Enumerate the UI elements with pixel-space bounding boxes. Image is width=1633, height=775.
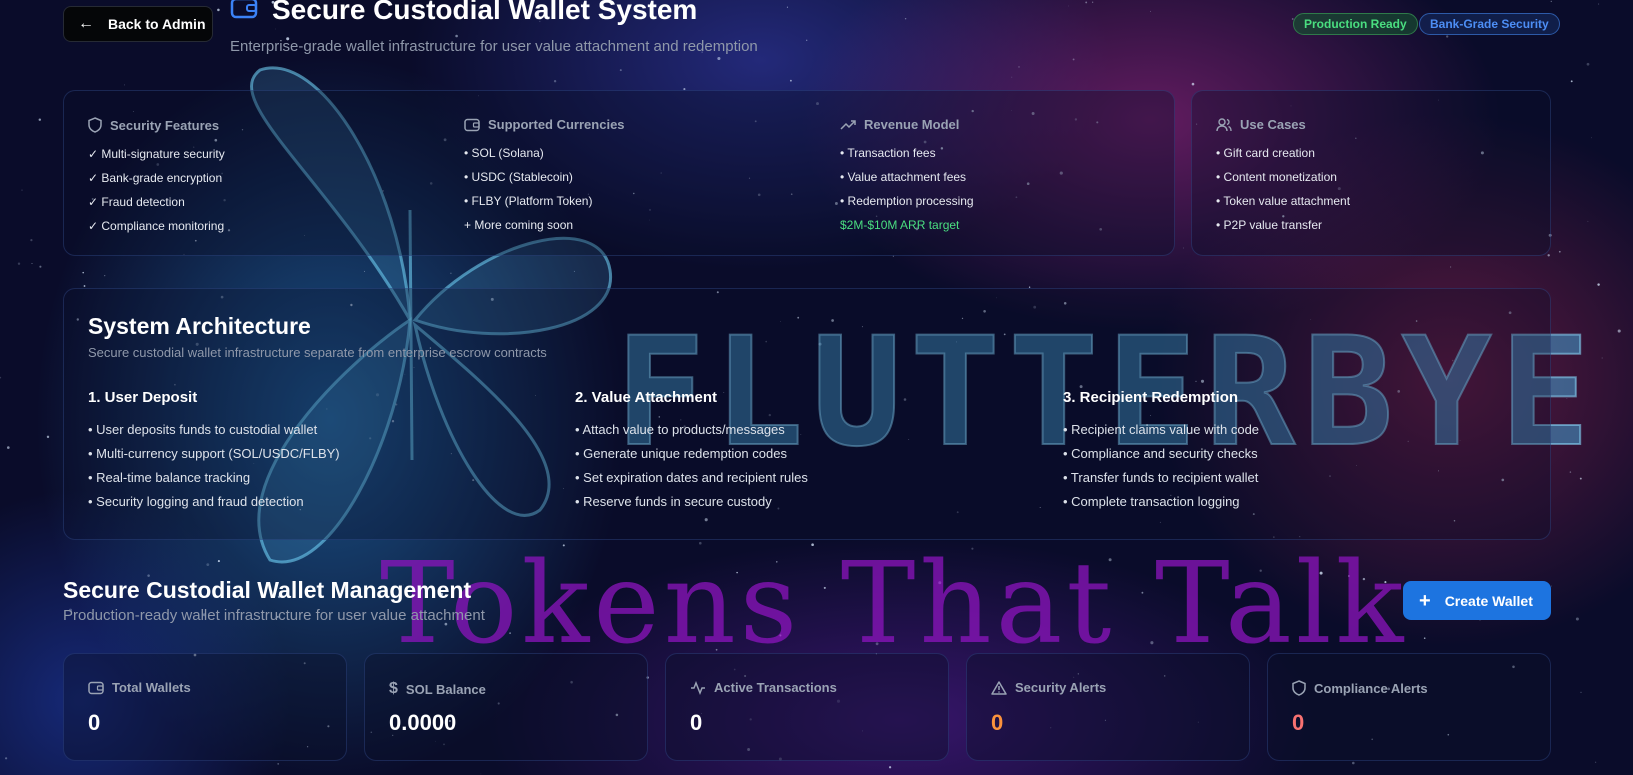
list-item: • Attach value to products/messages [575, 422, 785, 437]
stat-label: Total Wallets [112, 680, 191, 695]
list-item: • FLBY (Platform Token) [464, 194, 593, 208]
arrow-left-icon: ← [78, 15, 94, 32]
list-item: • Value attachment fees [840, 170, 967, 184]
wallet-management-subtitle: Production-ready wallet infrastructure f… [63, 607, 485, 624]
use-cases-title: Use Cases [1240, 117, 1306, 132]
use-cases-panel: Use Cases • Gift card creation • Content… [1191, 90, 1551, 256]
list-item: • Real-time balance tracking [88, 470, 251, 485]
features-panel: Security Features ✓ Multi-signature secu… [63, 90, 1175, 256]
list-item: ✓ Bank-grade encryption [88, 171, 223, 185]
wallet-icon [88, 681, 104, 695]
user-deposit-step: 1. User Deposit • User deposits funds to… [88, 389, 340, 514]
supported-currencies-column: Supported Currencies • SOL (Solana) • US… [464, 117, 625, 237]
wallet-icon [230, 0, 258, 20]
wallet-management-title: Secure Custodial Wallet Management [63, 577, 472, 603]
list-item: + More coming soon [464, 218, 574, 232]
list-item: ✓ Fraud detection [88, 195, 185, 209]
list-item: • USDC (Stablecoin) [464, 170, 573, 184]
total-wallets-card: Total Wallets 0 [63, 653, 347, 761]
list-item: • P2P value transfer [1216, 218, 1323, 232]
create-wallet-label: Create Wallet [1444, 592, 1533, 609]
list-item: • Transfer funds to recipient wallet [1063, 470, 1259, 485]
create-wallet-button[interactable]: + Create Wallet [1403, 581, 1551, 620]
stat-label: Active Transactions [714, 680, 837, 695]
compliance-alerts-value: 0 [1292, 710, 1305, 735]
plus-icon: + [1419, 589, 1431, 612]
sol-balance-value: 0.0000 [389, 710, 457, 735]
list-item: • Generate unique redemption codes [575, 446, 787, 461]
arr-target-text: $2M-$10M ARR target [840, 218, 960, 232]
security-alerts-card: Security Alerts 0 [966, 653, 1250, 761]
page-subtitle: Enterprise-grade wallet infrastructure f… [230, 38, 758, 55]
list-item: • SOL (Solana) [464, 146, 544, 160]
list-item: • Redemption processing [840, 194, 974, 208]
alert-triangle-icon [991, 680, 1007, 695]
security-features-title: Security Features [110, 117, 220, 133]
dollar-icon: $ [389, 680, 398, 697]
list-item: ✓ Multi-signature security [88, 147, 225, 161]
bank-grade-security-badge: Bank-Grade Security [1419, 13, 1560, 35]
list-item: • Recipient claims value with code [1063, 422, 1260, 437]
back-button-label: Back to Admin [108, 16, 206, 32]
step-title: 2. Value Attachment [575, 389, 717, 406]
active-transactions-value: 0 [690, 710, 703, 735]
list-item: • Token value attachment [1216, 194, 1351, 208]
sol-balance-card: $ SOL Balance 0.0000 [364, 653, 648, 761]
compliance-alerts-card: Compliance Alerts 0 [1267, 653, 1551, 761]
stat-label: SOL Balance [405, 681, 486, 697]
shield-icon [1292, 680, 1306, 696]
stat-label: Compliance Alerts [1314, 680, 1428, 696]
step-title: 3. Recipient Redemption [1063, 389, 1239, 406]
list-item: • Compliance and security checks [1063, 446, 1258, 461]
architecture-title: System Architecture [88, 313, 311, 339]
list-item: ✓ Compliance monitoring [88, 219, 225, 233]
revenue-model-column: Revenue Model • Transaction fees • Value… [840, 117, 974, 237]
list-item: • Transaction fees [840, 146, 936, 160]
list-item: • User deposits funds to custodial walle… [88, 422, 318, 437]
production-ready-badge: Production Ready [1293, 13, 1418, 35]
architecture-subtitle: Secure custodial wallet infrastructure s… [88, 345, 547, 360]
page-title: Secure Custodial Wallet System [272, 0, 698, 25]
list-item: • Reserve funds in secure custody [575, 494, 772, 509]
step-title: 1. User Deposit [88, 389, 198, 406]
total-wallets-value: 0 [88, 710, 101, 735]
list-item: • Content monetization [1216, 170, 1337, 184]
security-alerts-value: 0 [991, 710, 1004, 735]
supported-currencies-title: Supported Currencies [488, 117, 625, 132]
users-icon [1216, 117, 1232, 132]
security-features-column: Security Features ✓ Multi-signature secu… [88, 117, 225, 238]
trending-up-icon [840, 119, 856, 131]
value-attachment-step: 2. Value Attachment • Attach value to pr… [575, 389, 808, 514]
list-item: • Multi-currency support (SOL/USDC/FLBY) [88, 446, 340, 461]
list-item: • Security logging and fraud detection [88, 494, 304, 509]
revenue-model-title: Revenue Model [864, 117, 960, 132]
system-architecture-panel: System Architecture Secure custodial wal… [63, 288, 1551, 540]
shield-icon [88, 117, 102, 133]
list-item: • Complete transaction logging [1063, 494, 1240, 509]
activity-icon [690, 680, 706, 695]
recipient-redemption-step: 3. Recipient Redemption • Recipient clai… [1063, 389, 1259, 514]
active-transactions-card: Active Transactions 0 [665, 653, 949, 761]
list-item: • Gift card creation [1216, 146, 1315, 160]
wallet-icon [464, 118, 480, 132]
back-to-admin-button[interactable]: ← Back to Admin [63, 6, 213, 42]
use-cases-column: Use Cases • Gift card creation • Content… [1216, 117, 1350, 237]
list-item: • Set expiration dates and recipient rul… [575, 470, 808, 485]
stat-label: Security Alerts [1015, 680, 1107, 695]
